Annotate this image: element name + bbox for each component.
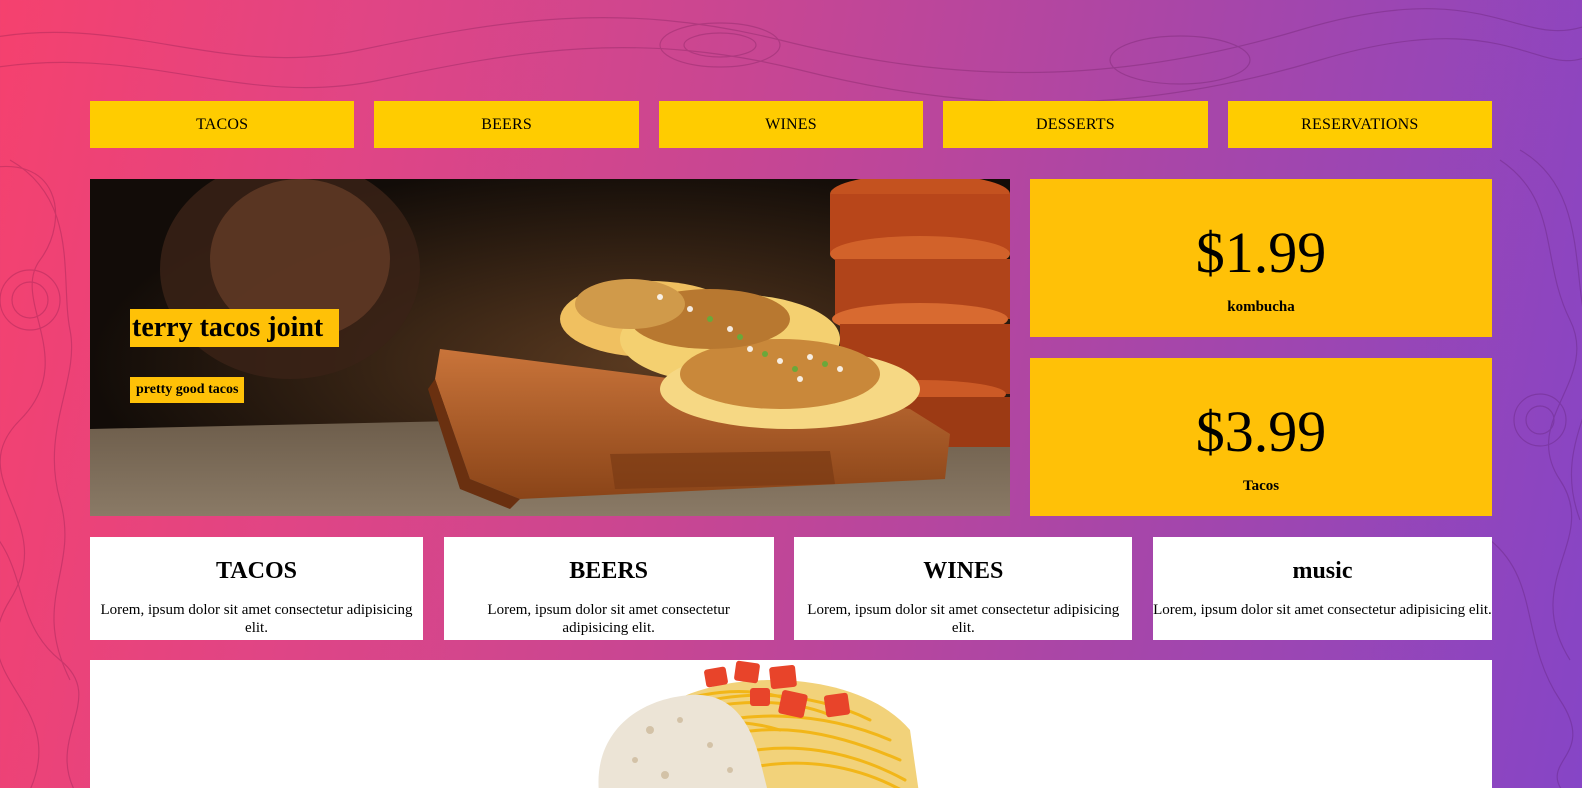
price-value: $1.99	[1195, 220, 1327, 285]
card-text: Lorem, ipsum dolor sit amet consectetur …	[487, 602, 730, 636]
taco-showcase	[90, 660, 1492, 788]
hero-title: terry tacos joint	[130, 309, 340, 347]
card-text: Lorem, ipsum dolor sit amet consectetur …	[1153, 602, 1492, 618]
nav-item-beers[interactable]: BEERS	[374, 101, 639, 148]
card-title: BEERS	[569, 558, 648, 584]
price-value: $3.99	[1195, 399, 1327, 464]
feature-cards: TACOS Lorem, ipsum dolor sit amet consec…	[90, 537, 1492, 640]
card-title: WINES	[923, 558, 1004, 584]
card-wines: WINES Lorem, ipsum dolor sit amet consec…	[794, 537, 1133, 640]
card-title: music	[1292, 558, 1353, 584]
card-text: Lorem, ipsum dolor sit amet consectetur …	[100, 602, 413, 636]
card-music: music Lorem, ipsum dolor sit amet consec…	[1152, 537, 1492, 640]
card-beers: BEERS Lorem, ipsum dolor sit amet consec…	[443, 537, 774, 640]
nav-item-tacos[interactable]: TACOS	[90, 101, 355, 148]
nav-item-wines[interactable]: WINES	[658, 101, 924, 148]
main-nav: TACOS BEERS WINES DESSERTS RESERVATIONS	[90, 101, 1493, 148]
card-tacos: TACOS Lorem, ipsum dolor sit amet consec…	[90, 537, 423, 640]
nav-item-desserts[interactable]: DESSERTS	[943, 101, 1208, 148]
price-label: kombucha	[1227, 299, 1295, 315]
price-label: Tacos	[1242, 478, 1280, 494]
price-card-tacos: $3.99 Tacos	[1030, 358, 1492, 516]
price-card-kombucha: $1.99 kombucha	[1030, 179, 1492, 337]
nav-item-reservations[interactable]: RESERVATIONS	[1227, 101, 1493, 148]
hero-tacos-image	[90, 179, 1010, 516]
hero-banner: terry tacos joint pretty good tacos	[90, 179, 1010, 516]
card-text: Lorem, ipsum dolor sit amet consectetur …	[807, 602, 1120, 636]
hero-subtitle: pretty good tacos	[130, 377, 245, 403]
taco-image	[598, 660, 919, 788]
card-title: TACOS	[216, 558, 297, 584]
